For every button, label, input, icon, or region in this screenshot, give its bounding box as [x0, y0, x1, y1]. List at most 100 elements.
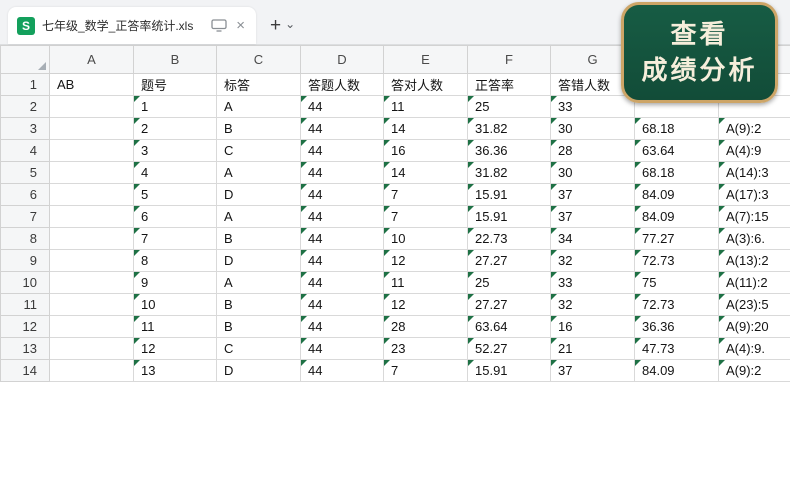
cell[interactable]: 7: [134, 228, 217, 250]
row-header[interactable]: 8: [1, 228, 50, 250]
cell[interactable]: 9: [134, 272, 217, 294]
cell[interactable]: 68.18: [635, 118, 719, 140]
cell[interactable]: 2: [134, 118, 217, 140]
cell[interactable]: A: [217, 272, 301, 294]
cell[interactable]: A: [217, 162, 301, 184]
cell[interactable]: [50, 272, 134, 294]
cell[interactable]: D: [217, 360, 301, 382]
cell[interactable]: 14: [384, 162, 468, 184]
cell[interactable]: 30: [551, 162, 635, 184]
row-header[interactable]: 13: [1, 338, 50, 360]
cell[interactable]: 11: [384, 272, 468, 294]
cell[interactable]: 32: [551, 250, 635, 272]
cell[interactable]: 1: [134, 96, 217, 118]
cell[interactable]: 7: [384, 206, 468, 228]
cell[interactable]: 72.73: [635, 294, 719, 316]
cell[interactable]: D: [217, 184, 301, 206]
cell[interactable]: 44: [301, 206, 384, 228]
cell[interactable]: [50, 228, 134, 250]
select-all-corner[interactable]: [1, 46, 50, 74]
cell[interactable]: [50, 118, 134, 140]
column-header-D[interactable]: D: [301, 46, 384, 74]
cell[interactable]: 7: [384, 184, 468, 206]
cell[interactable]: C: [217, 140, 301, 162]
cell[interactable]: A(3):6.: [719, 228, 790, 250]
cell[interactable]: 21: [551, 338, 635, 360]
cell[interactable]: [50, 96, 134, 118]
cell[interactable]: 44: [301, 338, 384, 360]
cell[interactable]: A(13):2: [719, 250, 790, 272]
column-header-E[interactable]: E: [384, 46, 468, 74]
cell[interactable]: A(4):9.: [719, 338, 790, 360]
cell[interactable]: 13: [134, 360, 217, 382]
cell[interactable]: 16: [551, 316, 635, 338]
cell[interactable]: 30: [551, 118, 635, 140]
cell[interactable]: 75: [635, 272, 719, 294]
cell[interactable]: 正答率: [468, 74, 551, 96]
cell[interactable]: 11: [134, 316, 217, 338]
row-header[interactable]: 2: [1, 96, 50, 118]
cell[interactable]: 14: [384, 118, 468, 140]
cell[interactable]: 63.64: [468, 316, 551, 338]
cell[interactable]: 44: [301, 184, 384, 206]
row-header[interactable]: 3: [1, 118, 50, 140]
cell[interactable]: B: [217, 228, 301, 250]
cell[interactable]: [50, 360, 134, 382]
chevron-down-icon[interactable]: ⌄: [285, 18, 295, 30]
row-header[interactable]: 5: [1, 162, 50, 184]
cell[interactable]: 16: [384, 140, 468, 162]
cell[interactable]: 84.09: [635, 184, 719, 206]
cell[interactable]: D: [217, 250, 301, 272]
cell[interactable]: 23: [384, 338, 468, 360]
cell[interactable]: B: [217, 316, 301, 338]
cell[interactable]: 36.36: [468, 140, 551, 162]
cell[interactable]: 6: [134, 206, 217, 228]
cell[interactable]: A: [217, 96, 301, 118]
cell[interactable]: 3: [134, 140, 217, 162]
cell[interactable]: 答题人数: [301, 74, 384, 96]
cell[interactable]: 44: [301, 96, 384, 118]
cell[interactable]: 12: [384, 294, 468, 316]
cell[interactable]: [50, 294, 134, 316]
cell[interactable]: 25: [468, 272, 551, 294]
cell[interactable]: 33: [551, 96, 635, 118]
cell[interactable]: 5: [134, 184, 217, 206]
row-header[interactable]: 4: [1, 140, 50, 162]
new-tab-button[interactable]: +: [270, 16, 281, 35]
cell[interactable]: [50, 338, 134, 360]
cell[interactable]: 32: [551, 294, 635, 316]
cell[interactable]: 7: [384, 360, 468, 382]
row-header[interactable]: 6: [1, 184, 50, 206]
cell[interactable]: 题号: [134, 74, 217, 96]
cell[interactable]: 标答: [217, 74, 301, 96]
cell[interactable]: 答对人数: [384, 74, 468, 96]
cell[interactable]: [50, 316, 134, 338]
cell[interactable]: 27.27: [468, 250, 551, 272]
cell[interactable]: 15.91: [468, 184, 551, 206]
row-header[interactable]: 7: [1, 206, 50, 228]
cell[interactable]: A(9):2: [719, 360, 790, 382]
row-header[interactable]: 12: [1, 316, 50, 338]
cell[interactable]: 44: [301, 360, 384, 382]
cell[interactable]: AB: [50, 74, 134, 96]
cell[interactable]: 4: [134, 162, 217, 184]
cell[interactable]: A(17):3: [719, 184, 790, 206]
cell[interactable]: 15.91: [468, 360, 551, 382]
cell[interactable]: 28: [384, 316, 468, 338]
cell[interactable]: 34: [551, 228, 635, 250]
row-header[interactable]: 1: [1, 74, 50, 96]
monitor-icon[interactable]: [211, 19, 227, 32]
row-header[interactable]: 14: [1, 360, 50, 382]
cell[interactable]: A(14):3: [719, 162, 790, 184]
cell[interactable]: 44: [301, 228, 384, 250]
cell[interactable]: 72.73: [635, 250, 719, 272]
cell[interactable]: 44: [301, 272, 384, 294]
cell[interactable]: 10: [134, 294, 217, 316]
cell[interactable]: 44: [301, 294, 384, 316]
cell[interactable]: 31.82: [468, 162, 551, 184]
cell[interactable]: 84.09: [635, 360, 719, 382]
cell[interactable]: [50, 184, 134, 206]
score-analysis-badge[interactable]: 查看 成绩分析: [621, 2, 778, 103]
cell[interactable]: A(7):15: [719, 206, 790, 228]
cell[interactable]: A: [217, 206, 301, 228]
